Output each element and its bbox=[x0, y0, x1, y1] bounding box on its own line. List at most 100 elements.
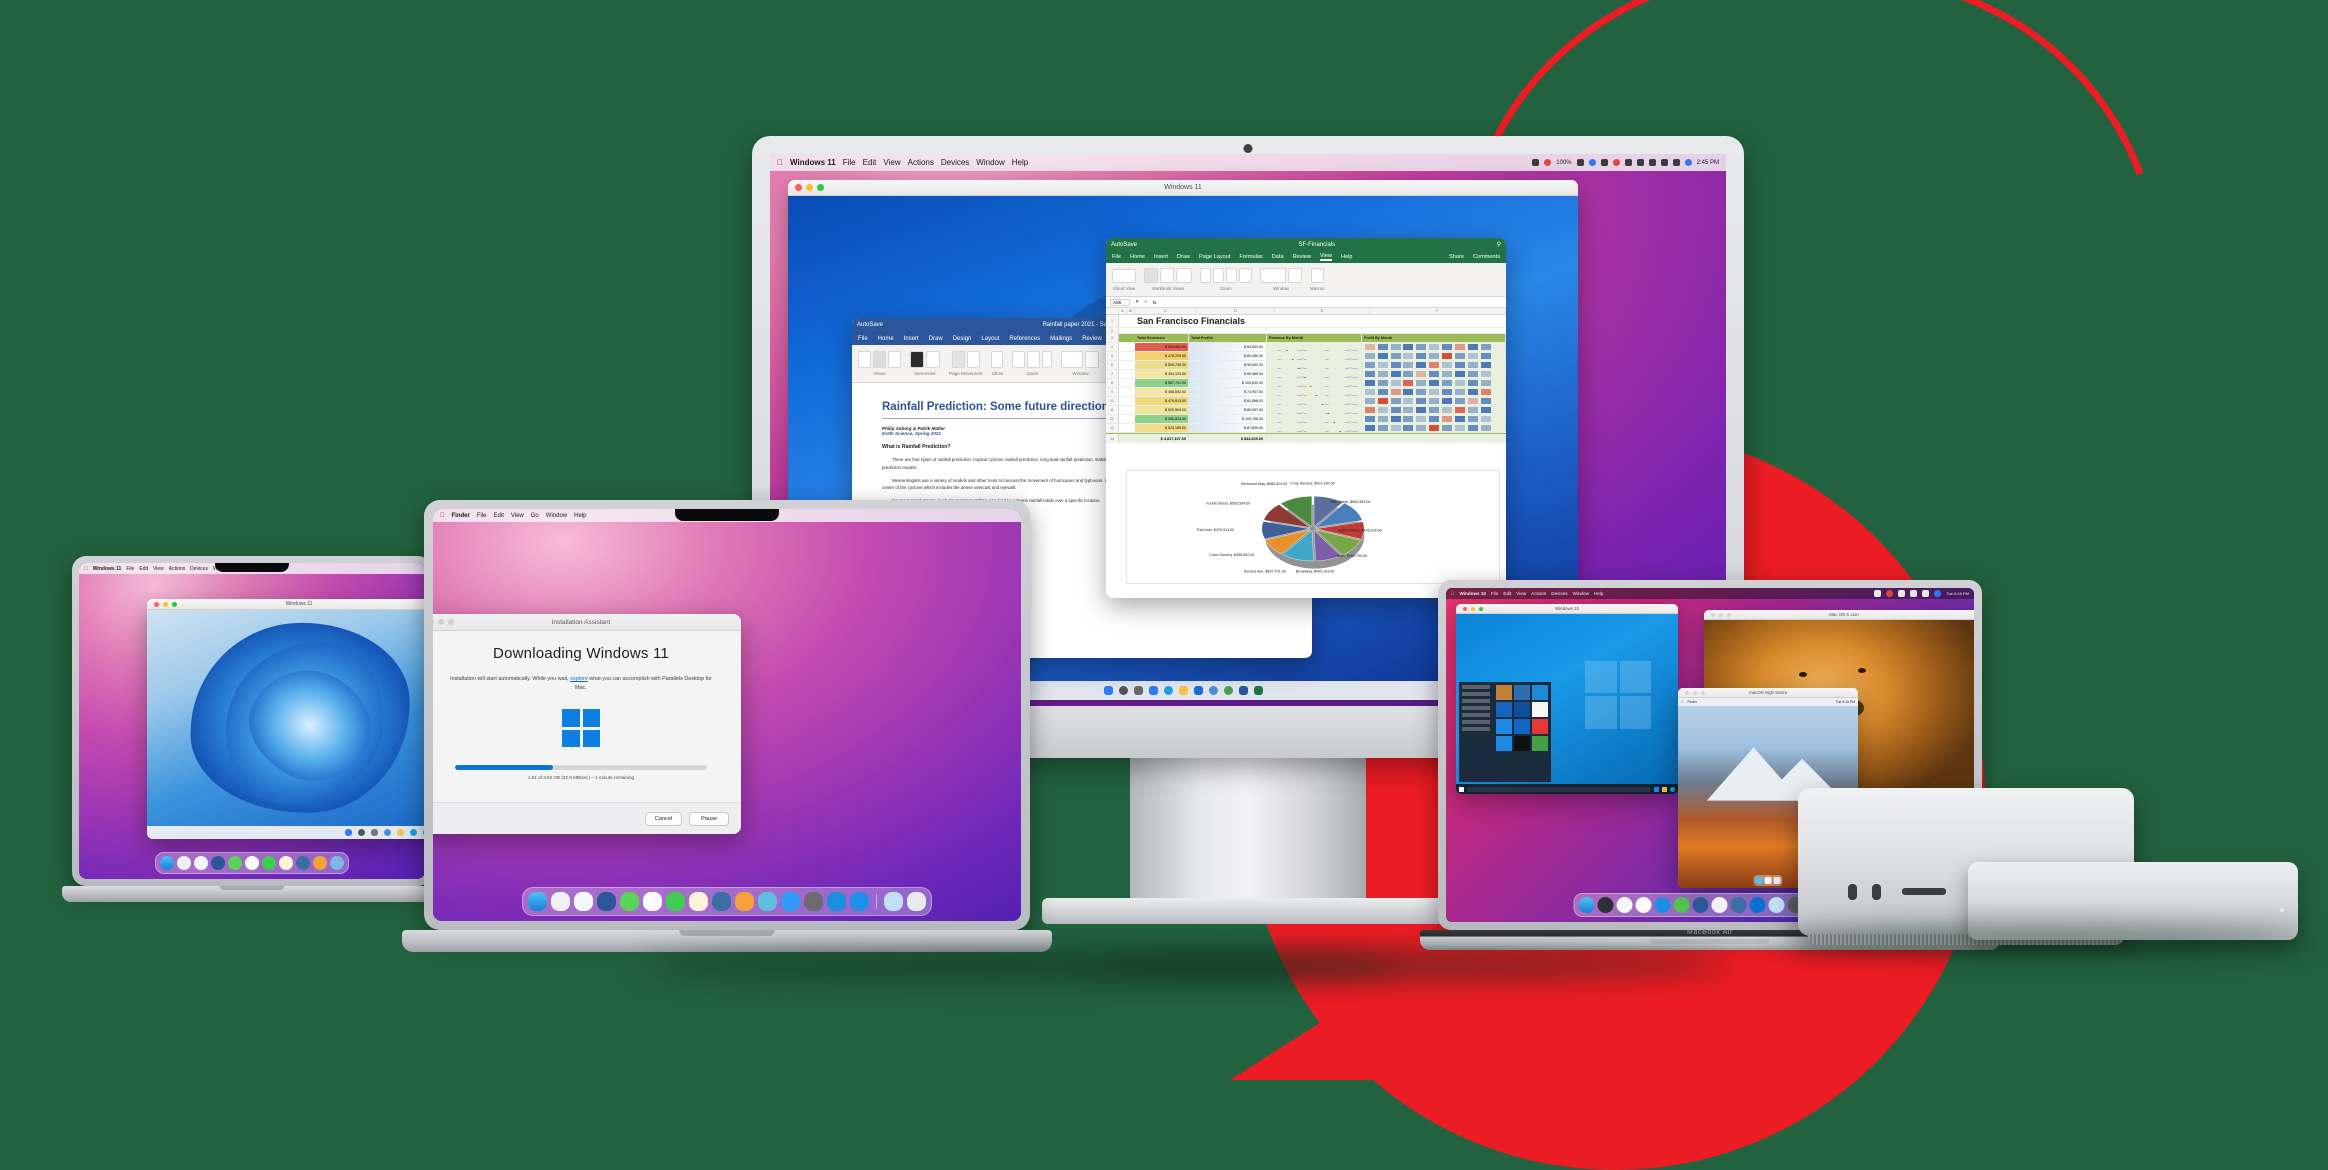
usb-c-port-1[interactable] bbox=[1848, 884, 1857, 900]
edge-icon[interactable] bbox=[1163, 686, 1173, 695]
excel-tab-data[interactable]: Data bbox=[1272, 254, 1284, 260]
column-header-c[interactable]: C bbox=[1135, 308, 1197, 314]
word-tab-mailings[interactable]: Mailings bbox=[1050, 336, 1072, 342]
table-row[interactable]: 4 $ 564,583.00 $ 64,543.00 bbox=[1106, 343, 1506, 352]
windows-icon[interactable] bbox=[850, 892, 869, 911]
outlook-icon[interactable] bbox=[1749, 897, 1766, 913]
notes-icon[interactable] bbox=[1673, 897, 1690, 913]
menu-edit[interactable]: Edit bbox=[494, 513, 504, 519]
high-sierra-titlebar[interactable]: macOS High Sierra bbox=[1678, 688, 1858, 698]
menu-window[interactable]: Window bbox=[1573, 591, 1589, 596]
photos-icon[interactable] bbox=[245, 856, 259, 870]
control-center-icon[interactable] bbox=[1874, 590, 1882, 597]
menu-file[interactable]: File bbox=[477, 513, 487, 519]
menu-app-name[interactable]: Windows 11 bbox=[93, 566, 122, 572]
apple-menu-icon[interactable]:  bbox=[777, 158, 783, 167]
excel-grid[interactable]: A B C D E F 1 San Francisco Financials 2… bbox=[1106, 308, 1506, 584]
excel-enter-icon[interactable]: ✓ bbox=[1144, 299, 1148, 305]
search-icon[interactable] bbox=[358, 829, 365, 836]
word-group-pagemovement[interactable]: Page Movement bbox=[949, 351, 982, 376]
menu-devices[interactable]: Devices bbox=[1551, 591, 1567, 596]
vm-window-windows10[interactable]: Windows 10 bbox=[1456, 604, 1678, 794]
excel-window[interactable]: AutoSave SF-Financials ⚲ File Home Inser… bbox=[1106, 238, 1506, 598]
menu-help[interactable]: Help bbox=[1012, 158, 1028, 167]
menu-help[interactable]: Help bbox=[1594, 591, 1603, 596]
pause-button[interactable]: Pause bbox=[689, 811, 729, 826]
siri-icon[interactable] bbox=[1684, 159, 1692, 166]
menu-edit[interactable]: Edit bbox=[139, 566, 148, 572]
finder-icon[interactable] bbox=[160, 856, 174, 870]
excel-header-revenue-by-month[interactable]: Revenue By Month bbox=[1267, 334, 1362, 342]
excel-tab-home[interactable]: Home bbox=[1130, 254, 1145, 260]
excel-tab-formulas[interactable]: Formulas bbox=[1239, 254, 1262, 260]
file-explorer-icon[interactable] bbox=[1662, 786, 1667, 792]
excel-function-icon[interactable]: fx bbox=[1153, 300, 1157, 305]
excel-ribbon[interactable]: Sheet View Workbook Views Zoom Window Ma… bbox=[1106, 263, 1506, 297]
wifi-icon[interactable] bbox=[1910, 590, 1918, 597]
sd-card-slot[interactable] bbox=[1902, 888, 1946, 895]
excel-group-sheetview[interactable]: Sheet View bbox=[1112, 268, 1136, 291]
input-source-icon[interactable] bbox=[1612, 159, 1620, 166]
menu-view[interactable]: View bbox=[153, 566, 164, 572]
apple-menu-icon[interactable]:  bbox=[1451, 591, 1454, 596]
excel-tab-review[interactable]: Review bbox=[1293, 254, 1311, 260]
win10-titlebar[interactable]: Windows 10 bbox=[1456, 604, 1678, 614]
lion-titlebar[interactable]: Mac OS X Lion bbox=[1704, 610, 1974, 620]
battery-icon[interactable] bbox=[1576, 159, 1584, 166]
word-group-window[interactable]: Window bbox=[1061, 351, 1100, 376]
excel-tab-file[interactable]: File bbox=[1112, 254, 1121, 260]
file-explorer-icon[interactable] bbox=[1178, 686, 1188, 695]
excel-share-button[interactable]: Share bbox=[1449, 254, 1464, 260]
store-icon[interactable] bbox=[1193, 686, 1203, 695]
excel-group-window[interactable]: Window bbox=[1260, 268, 1302, 291]
finder-icon[interactable] bbox=[1755, 877, 1763, 884]
table-row[interactable]: 13 $ 523,189.00 $ 67,839.00 bbox=[1106, 424, 1506, 433]
word-group-show[interactable]: Show bbox=[991, 351, 1004, 376]
excel-tab-view[interactable]: View bbox=[1319, 253, 1332, 261]
high-sierra-dock[interactable] bbox=[1753, 875, 1783, 886]
table-row[interactable]: 5 $ 478,209.00 $ 82,450.00 bbox=[1106, 352, 1506, 361]
excel-titlebar[interactable]: AutoSave SF-Financials ⚲ bbox=[1106, 238, 1506, 251]
edge-icon[interactable] bbox=[827, 892, 846, 911]
apple-menu-icon[interactable]:  bbox=[1681, 700, 1684, 704]
parallels-icon[interactable] bbox=[1730, 897, 1747, 913]
word-tab-references[interactable]: References bbox=[1009, 336, 1040, 342]
music-icon[interactable] bbox=[1600, 159, 1608, 166]
column-header-b[interactable]: B bbox=[1127, 308, 1135, 314]
excel-header-total-revenues[interactable]: Total Revenues bbox=[1135, 334, 1189, 342]
word-group-views[interactable]: Views bbox=[858, 351, 901, 376]
facetime-icon[interactable] bbox=[666, 892, 685, 911]
downloads-folder-icon[interactable] bbox=[884, 892, 903, 911]
trash-icon[interactable] bbox=[907, 892, 926, 911]
explore-link[interactable]: explore bbox=[570, 676, 588, 682]
settings-icon[interactable] bbox=[1208, 686, 1218, 695]
search-box[interactable] bbox=[1467, 786, 1651, 792]
cancel-button[interactable]: Cancel bbox=[644, 811, 683, 826]
facetime-icon[interactable] bbox=[262, 856, 276, 870]
parallels-icon[interactable] bbox=[712, 892, 731, 911]
excel-group-workbookviews[interactable]: Workbook Views bbox=[1144, 268, 1192, 291]
word-tab-design[interactable]: Design bbox=[953, 336, 972, 342]
start-icon[interactable] bbox=[1103, 686, 1113, 695]
column-header-e[interactable]: E bbox=[1275, 308, 1370, 314]
start-icon[interactable] bbox=[1459, 786, 1464, 792]
excel-header-total-profits[interactable]: Total Profits bbox=[1189, 334, 1267, 342]
menu-view[interactable]: View bbox=[1516, 591, 1526, 596]
menu-go[interactable]: Go bbox=[531, 513, 539, 519]
photos-icon[interactable] bbox=[643, 892, 662, 911]
app-store-icon[interactable] bbox=[781, 892, 800, 911]
excel-comments-button[interactable]: Comments bbox=[1473, 254, 1500, 260]
menu-view[interactable]: View bbox=[883, 158, 900, 167]
search-icon[interactable] bbox=[1118, 686, 1128, 695]
excel-search-icon[interactable]: ⚲ bbox=[1497, 241, 1501, 248]
macos-dock-left[interactable] bbox=[155, 852, 349, 874]
table-row[interactable]: 9 $ 458,592.00 $ 73,947.00 bbox=[1106, 388, 1506, 397]
safari-icon[interactable] bbox=[194, 856, 208, 870]
macos-dock-center[interactable] bbox=[522, 887, 932, 916]
safari-icon[interactable] bbox=[1616, 897, 1633, 913]
excel-column-headers[interactable]: A B C D E F bbox=[1106, 308, 1506, 315]
excel-data-rows[interactable]: 4 $ 564,583.00 $ 64,543.00 5 $ 478,209.00 $ 8… bbox=[1106, 343, 1506, 433]
messages-icon[interactable] bbox=[228, 856, 242, 870]
task-view-icon[interactable] bbox=[1654, 786, 1659, 792]
installation-assistant-dialog[interactable]: Installation Assistant Downloading Windo… bbox=[433, 614, 741, 834]
